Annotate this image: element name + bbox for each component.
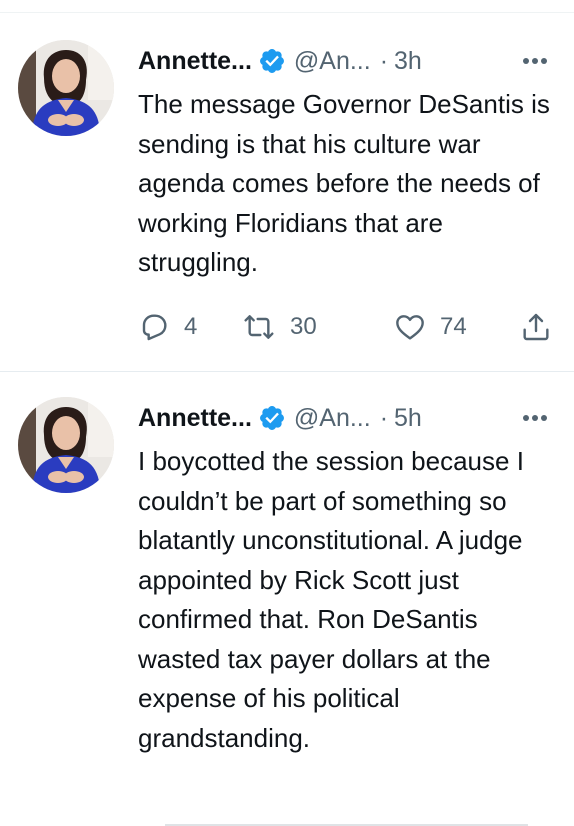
share-button[interactable]: [520, 309, 552, 345]
timestamp[interactable]: 5h: [394, 404, 422, 433]
separator-dot: ·: [379, 403, 389, 432]
avatar[interactable]: [18, 397, 114, 493]
verified-badge-icon: [258, 47, 286, 75]
tweet[interactable]: Annette... @An... · 5h I boycotted the s…: [0, 372, 574, 826]
like-button[interactable]: 74: [394, 309, 467, 345]
like-count: 74: [440, 313, 467, 340]
author-name[interactable]: Annette...: [138, 47, 252, 76]
author-name[interactable]: Annette...: [138, 404, 252, 433]
avatar[interactable]: [18, 40, 114, 136]
tweet-header: Annette... @An... · 3h: [138, 43, 556, 79]
retweet-icon: [244, 315, 274, 339]
tweet-text: I boycotted the session because I couldn…: [138, 446, 524, 753]
more-horizontal-icon[interactable]: [518, 404, 552, 432]
tweet-actions: 4 30 74: [138, 309, 558, 345]
retweet-button[interactable]: 30: [242, 309, 317, 345]
heart-icon: [396, 315, 424, 340]
reply-icon: [142, 314, 167, 341]
author-handle[interactable]: @An...: [294, 47, 371, 76]
reply-button[interactable]: 4: [138, 309, 197, 345]
tweet-header: Annette... @An... · 5h: [138, 400, 556, 436]
retweet-count: 30: [290, 313, 317, 340]
reply-count: 4: [184, 313, 198, 340]
share-icon: [523, 313, 549, 341]
more-horizontal-icon[interactable]: [518, 47, 552, 75]
tweet[interactable]: Annette... @An... · 3h The message Gover…: [0, 13, 574, 372]
separator-dot: ·: [379, 46, 389, 75]
tweet-text: The message Governor DeSantis is sending…: [138, 89, 550, 277]
verified-badge-icon: [258, 404, 286, 432]
author-handle[interactable]: @An...: [294, 404, 371, 433]
timestamp[interactable]: 3h: [394, 47, 422, 76]
